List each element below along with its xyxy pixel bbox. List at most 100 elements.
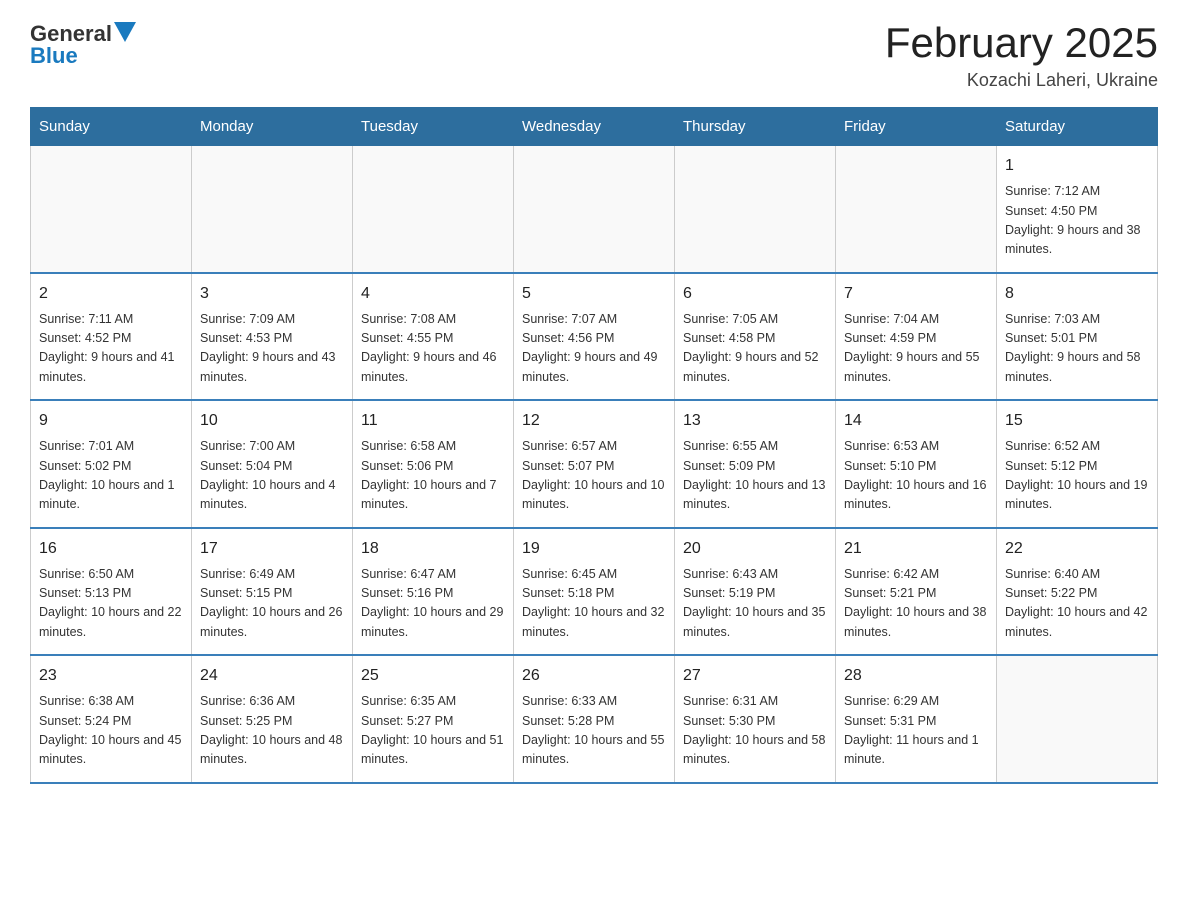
day-number: 21	[844, 537, 988, 561]
day-info: Sunrise: 6:53 AMSunset: 5:10 PMDaylight:…	[844, 437, 988, 515]
calendar-cell: 25 Sunrise: 6:35 AMSunset: 5:27 PMDayligh…	[353, 655, 514, 783]
day-number: 10	[200, 409, 344, 433]
day-number: 13	[683, 409, 827, 433]
day-number: 20	[683, 537, 827, 561]
day-number: 4	[361, 282, 505, 306]
day-number: 5	[522, 282, 666, 306]
logo: General Blue	[30, 20, 136, 69]
calendar-cell: 26 Sunrise: 6:33 AMSunset: 5:28 PMDayligh…	[514, 655, 675, 783]
day-info: Sunrise: 7:01 AMSunset: 5:02 PMDaylight:…	[39, 437, 183, 515]
day-number: 12	[522, 409, 666, 433]
calendar-cell: 22 Sunrise: 6:40 AMSunset: 5:22 PMDayligh…	[997, 528, 1158, 656]
calendar-cell: 21 Sunrise: 6:42 AMSunset: 5:21 PMDayligh…	[836, 528, 997, 656]
calendar-cell: 11 Sunrise: 6:58 AMSunset: 5:06 PMDayligh…	[353, 400, 514, 528]
day-info: Sunrise: 6:42 AMSunset: 5:21 PMDaylight:…	[844, 565, 988, 643]
calendar-week-row: 1 Sunrise: 7:12 AMSunset: 4:50 PMDaylight…	[31, 146, 1158, 273]
calendar-cell	[997, 655, 1158, 783]
day-info: Sunrise: 6:50 AMSunset: 5:13 PMDaylight:…	[39, 565, 183, 643]
day-info: Sunrise: 6:33 AMSunset: 5:28 PMDaylight:…	[522, 692, 666, 770]
calendar-cell	[31, 146, 192, 273]
day-info: Sunrise: 7:04 AMSunset: 4:59 PMDaylight:…	[844, 310, 988, 388]
calendar-week-row: 2Sunrise: 7:11 AMSunset: 4:52 PMDaylight…	[31, 273, 1158, 401]
day-info: Sunrise: 6:49 AMSunset: 5:15 PMDaylight:…	[200, 565, 344, 643]
day-info: Sunrise: 7:07 AMSunset: 4:56 PMDaylight:…	[522, 310, 666, 388]
day-info: Sunrise: 7:12 AMSunset: 4:50 PMDaylight:…	[1005, 182, 1149, 260]
page-subtitle: Kozachi Laheri, Ukraine	[885, 70, 1158, 91]
weekday-header-tuesday: Tuesday	[353, 108, 514, 146]
calendar-cell: 15Sunrise: 6:52 AMSunset: 5:12 PMDayligh…	[997, 400, 1158, 528]
calendar-cell: 14 Sunrise: 6:53 AMSunset: 5:10 PMDayligh…	[836, 400, 997, 528]
weekday-header-sunday: Sunday	[31, 108, 192, 146]
calendar-table: SundayMondayTuesdayWednesdayThursdayFrid…	[30, 107, 1158, 784]
calendar-week-row: 23Sunrise: 6:38 AMSunset: 5:24 PMDayligh…	[31, 655, 1158, 783]
day-info: Sunrise: 6:38 AMSunset: 5:24 PMDaylight:…	[39, 692, 183, 770]
calendar-cell: 19Sunrise: 6:45 AMSunset: 5:18 PMDayligh…	[514, 528, 675, 656]
calendar-cell: 8Sunrise: 7:03 AMSunset: 5:01 PMDaylight…	[997, 273, 1158, 401]
day-info: Sunrise: 6:47 AMSunset: 5:16 PMDaylight:…	[361, 565, 505, 643]
day-number: 2	[39, 282, 183, 306]
calendar-cell	[514, 146, 675, 273]
day-number: 25	[361, 664, 505, 688]
day-info: Sunrise: 7:09 AMSunset: 4:53 PMDaylight:…	[200, 310, 344, 388]
day-info: Sunrise: 6:57 AMSunset: 5:07 PMDaylight:…	[522, 437, 666, 515]
day-number: 14	[844, 409, 988, 433]
logo-blue-text: Blue	[30, 43, 78, 69]
calendar-cell	[192, 146, 353, 273]
day-number: 11	[361, 409, 505, 433]
calendar-cell: 20 Sunrise: 6:43 AMSunset: 5:19 PMDayligh…	[675, 528, 836, 656]
day-info: Sunrise: 6:35 AMSunset: 5:27 PMDaylight:…	[361, 692, 505, 770]
calendar-cell	[353, 146, 514, 273]
day-number: 26	[522, 664, 666, 688]
calendar-cell	[675, 146, 836, 273]
weekday-header-friday: Friday	[836, 108, 997, 146]
calendar-cell: 12 Sunrise: 6:57 AMSunset: 5:07 PMDayligh…	[514, 400, 675, 528]
day-info: Sunrise: 6:40 AMSunset: 5:22 PMDaylight:…	[1005, 565, 1149, 643]
day-number: 27	[683, 664, 827, 688]
day-info: Sunrise: 6:58 AMSunset: 5:06 PMDaylight:…	[361, 437, 505, 515]
calendar-week-row: 16Sunrise: 6:50 AMSunset: 5:13 PMDayligh…	[31, 528, 1158, 656]
calendar-cell	[836, 146, 997, 273]
day-number: 22	[1005, 537, 1149, 561]
weekday-header-saturday: Saturday	[997, 108, 1158, 146]
calendar-cell: 17 Sunrise: 6:49 AMSunset: 5:15 PMDayligh…	[192, 528, 353, 656]
title-block: February 2025 Kozachi Laheri, Ukraine	[885, 20, 1158, 91]
page-title: February 2025	[885, 20, 1158, 66]
calendar-cell: 7 Sunrise: 7:04 AMSunset: 4:59 PMDaylight…	[836, 273, 997, 401]
day-number: 24	[200, 664, 344, 688]
day-info: Sunrise: 6:36 AMSunset: 5:25 PMDaylight:…	[200, 692, 344, 770]
day-info: Sunrise: 6:31 AMSunset: 5:30 PMDaylight:…	[683, 692, 827, 770]
calendar-cell: 28Sunrise: 6:29 AMSunset: 5:31 PMDayligh…	[836, 655, 997, 783]
calendar-cell: 4 Sunrise: 7:08 AMSunset: 4:55 PMDaylight…	[353, 273, 514, 401]
day-info: Sunrise: 6:43 AMSunset: 5:19 PMDaylight:…	[683, 565, 827, 643]
day-number: 6	[683, 282, 827, 306]
calendar-cell: 16Sunrise: 6:50 AMSunset: 5:13 PMDayligh…	[31, 528, 192, 656]
calendar-week-row: 9 Sunrise: 7:01 AMSunset: 5:02 PMDaylight…	[31, 400, 1158, 528]
day-number: 9	[39, 409, 183, 433]
logo-arrow-icon	[114, 22, 136, 47]
day-number: 1	[1005, 154, 1149, 178]
page-header: General Blue February 2025 Kozachi Laher…	[30, 20, 1158, 91]
day-number: 7	[844, 282, 988, 306]
weekday-header-monday: Monday	[192, 108, 353, 146]
weekday-header-row: SundayMondayTuesdayWednesdayThursdayFrid…	[31, 108, 1158, 146]
day-info: Sunrise: 7:05 AMSunset: 4:58 PMDaylight:…	[683, 310, 827, 388]
calendar-cell: 3 Sunrise: 7:09 AMSunset: 4:53 PMDaylight…	[192, 273, 353, 401]
calendar-cell: 2Sunrise: 7:11 AMSunset: 4:52 PMDaylight…	[31, 273, 192, 401]
weekday-header-thursday: Thursday	[675, 108, 836, 146]
calendar-cell: 23Sunrise: 6:38 AMSunset: 5:24 PMDayligh…	[31, 655, 192, 783]
calendar-cell: 9 Sunrise: 7:01 AMSunset: 5:02 PMDaylight…	[31, 400, 192, 528]
day-number: 19	[522, 537, 666, 561]
day-info: Sunrise: 6:55 AMSunset: 5:09 PMDaylight:…	[683, 437, 827, 515]
day-info: Sunrise: 7:00 AMSunset: 5:04 PMDaylight:…	[200, 437, 344, 515]
calendar-cell: 10 Sunrise: 7:00 AMSunset: 5:04 PMDayligh…	[192, 400, 353, 528]
day-number: 15	[1005, 409, 1149, 433]
day-number: 17	[200, 537, 344, 561]
day-number: 18	[361, 537, 505, 561]
day-info: Sunrise: 6:29 AMSunset: 5:31 PMDaylight:…	[844, 692, 988, 770]
calendar-cell: 13 Sunrise: 6:55 AMSunset: 5:09 PMDayligh…	[675, 400, 836, 528]
day-number: 3	[200, 282, 344, 306]
day-number: 8	[1005, 282, 1149, 306]
day-info: Sunrise: 7:08 AMSunset: 4:55 PMDaylight:…	[361, 310, 505, 388]
weekday-header-wednesday: Wednesday	[514, 108, 675, 146]
calendar-cell: 6 Sunrise: 7:05 AMSunset: 4:58 PMDaylight…	[675, 273, 836, 401]
